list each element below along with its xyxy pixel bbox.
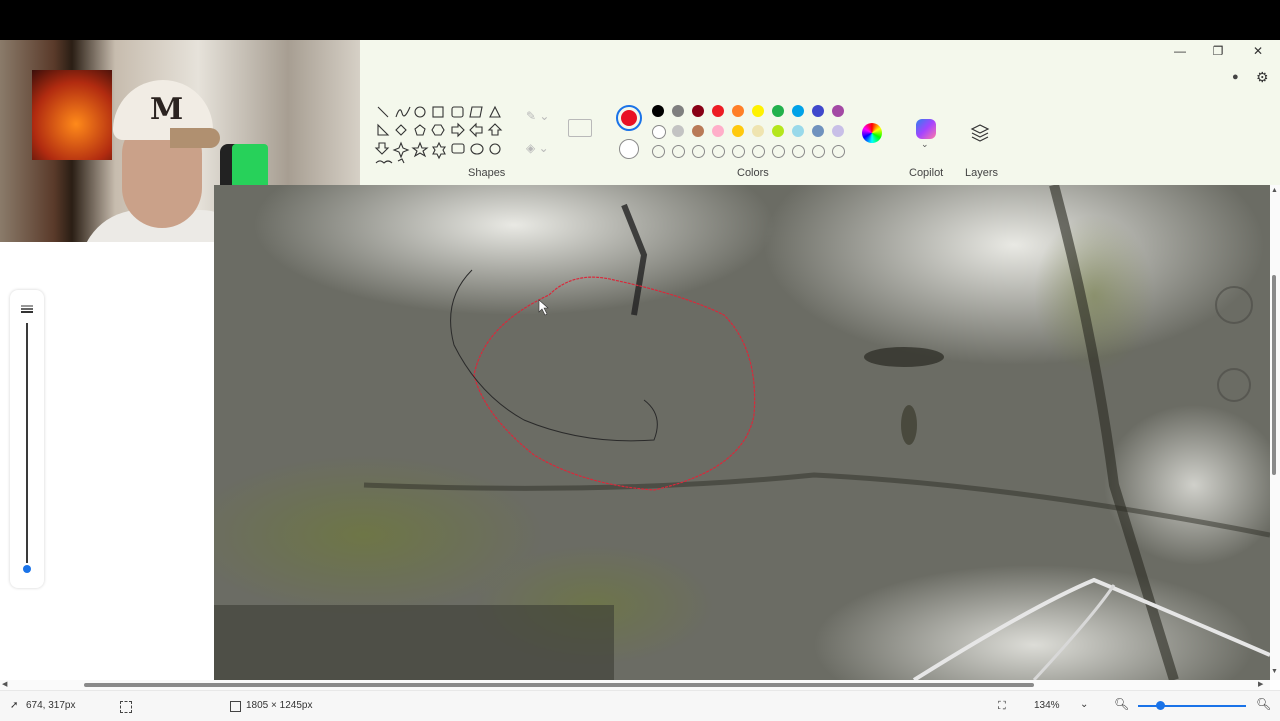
palette-color-swatch[interactable]	[812, 105, 824, 117]
scroll-right-arrow[interactable]: ▶	[1258, 680, 1263, 688]
status-bar: ➚ 674, 317px 1805 × 1245px ⛶ 134% ⌄ 🔍︎ 🔍…	[0, 690, 1280, 721]
layers-icon[interactable]	[970, 123, 990, 143]
palette-color-swatch[interactable]	[732, 125, 744, 137]
zoom-level: 134%	[1034, 700, 1060, 711]
zoom-out-icon[interactable]: 🔍︎	[1114, 697, 1129, 711]
vertical-scrollbar[interactable]: ▲ ▼	[1270, 185, 1280, 680]
palette-color-swatch[interactable]	[692, 125, 704, 137]
rock-photo	[214, 185, 1270, 680]
palette-color-swatch[interactable]	[672, 125, 684, 137]
palette-color-swatch[interactable]	[712, 125, 724, 137]
brush-size-thumb[interactable]	[23, 565, 31, 573]
palette-color-swatch[interactable]	[832, 105, 844, 117]
custom-color-slot[interactable]	[772, 145, 785, 158]
close-button[interactable]: ✕	[1240, 42, 1276, 60]
palette-color-swatch[interactable]	[792, 105, 804, 117]
palette-color-swatch[interactable]	[792, 125, 804, 137]
copilot-group-label: Copilot	[909, 167, 944, 179]
zoom-slider-track[interactable]	[1138, 705, 1246, 707]
brush-size-icon	[21, 300, 33, 313]
custom-color-slot[interactable]	[812, 145, 825, 158]
copilot-dropdown-icon[interactable]: ⌄	[921, 139, 929, 150]
selection-size-icon	[120, 701, 132, 713]
gear-icon[interactable]: ⚙	[1256, 69, 1269, 86]
color-palette	[650, 103, 850, 163]
cursor-position: 674, 317px	[26, 700, 76, 711]
palette-color-swatch[interactable]	[772, 105, 784, 117]
fireplace-tv	[32, 70, 112, 160]
scroll-left-arrow[interactable]: ◀	[2, 680, 7, 688]
palette-color-swatch[interactable]	[732, 105, 744, 117]
palette-color-swatch[interactable]	[832, 125, 844, 137]
palette-color-swatch[interactable]	[672, 105, 684, 117]
custom-color-slot[interactable]	[712, 145, 725, 158]
palette-color-swatch[interactable]	[652, 105, 664, 117]
custom-color-slot[interactable]	[692, 145, 705, 158]
chevron-down-icon: ⌄	[1080, 699, 1089, 710]
custom-color-slot[interactable]	[652, 145, 665, 158]
custom-color-slot[interactable]	[752, 145, 765, 158]
horizontal-scrollbar[interactable]: ◀ ▶	[0, 680, 1270, 690]
shapes-group-label: Shapes	[468, 167, 506, 179]
minimize-button[interactable]: —	[1162, 42, 1198, 60]
custom-color-slot[interactable]	[832, 145, 845, 158]
maximize-button[interactable]: ❐	[1200, 42, 1236, 60]
horizontal-scroll-thumb[interactable]	[84, 683, 1034, 687]
zoom-slider-thumb[interactable]	[1156, 701, 1165, 710]
palette-color-swatch[interactable]	[712, 105, 724, 117]
shape-style-button[interactable]	[568, 119, 592, 137]
account-icon[interactable]: ●	[1232, 71, 1239, 83]
microphone-light	[232, 144, 268, 190]
palette-color-swatch[interactable]	[652, 125, 666, 139]
palette-color-swatch[interactable]	[752, 125, 764, 137]
palette-color-swatch[interactable]	[772, 125, 784, 137]
canvas-size: 1805 × 1245px	[246, 700, 313, 711]
pointer-icon: ➚	[10, 700, 19, 711]
colors-group-label: Colors	[737, 167, 769, 179]
brush-size-slider[interactable]	[10, 290, 44, 588]
brush-size-track[interactable]	[26, 323, 28, 563]
scroll-down-arrow[interactable]: ▼	[1271, 668, 1278, 675]
ribbon: Shapes ✎ ⌄ ◈ ⌄ Colors ⌄ Copilot Layers ●…	[360, 69, 1280, 186]
custom-color-slot[interactable]	[672, 145, 685, 158]
fit-to-window-icon[interactable]: ⛶	[998, 700, 1006, 713]
cap-logo: M	[150, 92, 184, 127]
drawing-canvas[interactable]	[214, 185, 1270, 680]
palette-color-swatch[interactable]	[692, 105, 704, 117]
secondary-color-swatch[interactable]	[619, 139, 639, 159]
layers-group-label: Layers	[965, 167, 999, 179]
shapes-gallery[interactable]	[374, 103, 504, 164]
palette-color-swatch[interactable]	[812, 125, 824, 137]
vertical-scroll-thumb[interactable]	[1272, 275, 1276, 475]
zoom-in-icon[interactable]: 🔍︎	[1256, 697, 1271, 711]
edit-colors-button[interactable]	[862, 123, 882, 143]
custom-color-slot[interactable]	[732, 145, 745, 158]
custom-color-slot[interactable]	[792, 145, 805, 158]
fill-button[interactable]: ◈ ⌄	[526, 141, 556, 157]
canvas-size-icon	[230, 701, 241, 712]
scroll-up-arrow[interactable]: ▲	[1271, 187, 1278, 194]
copilot-icon[interactable]	[916, 119, 936, 139]
cap-brim	[170, 128, 220, 148]
shapes-icons	[374, 105, 503, 164]
zoom-dropdown[interactable]: 134% ⌄	[1026, 696, 1094, 714]
outline-button[interactable]: ✎ ⌄	[526, 109, 556, 125]
screen-top-bar	[0, 0, 1280, 40]
primary-color-swatch[interactable]	[616, 105, 642, 131]
palette-color-swatch[interactable]	[752, 105, 764, 117]
title-bar	[360, 40, 1280, 95]
